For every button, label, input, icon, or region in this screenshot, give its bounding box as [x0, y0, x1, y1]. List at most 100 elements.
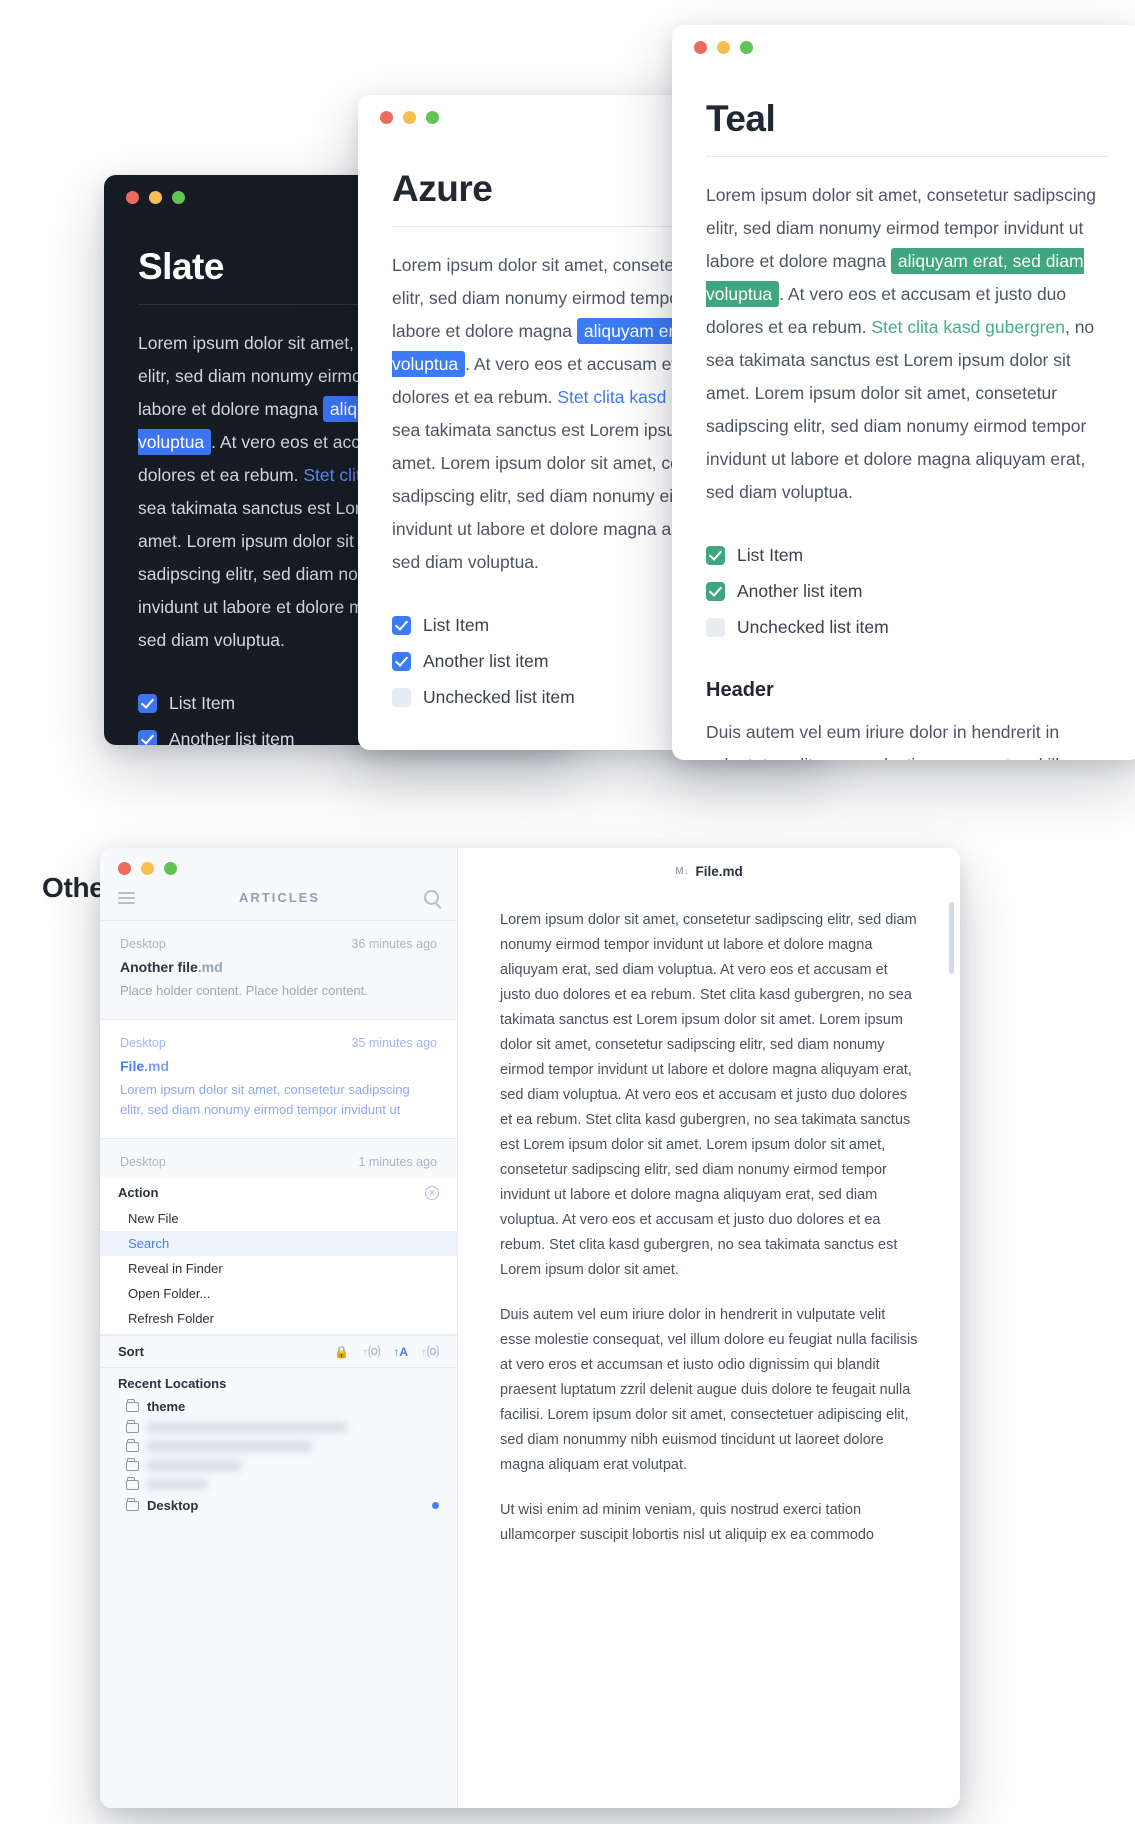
file-name-base: File: [120, 1058, 145, 1074]
page-root: Slate Lorem ipsum dolor sit amet, conset…: [0, 0, 1135, 1824]
list-item[interactable]: Another list item: [706, 573, 1108, 609]
list-item-label: List Item: [423, 614, 490, 635]
folder-label: theme: [147, 1399, 186, 1414]
blurred-folder-label: [147, 1479, 207, 1490]
close-icon[interactable]: [694, 41, 707, 54]
maximize-icon[interactable]: [740, 41, 753, 54]
menu-item-refresh-folder[interactable]: Refresh Folder: [100, 1306, 457, 1334]
minimize-icon[interactable]: [149, 191, 162, 204]
menu-item-open-folder[interactable]: Open Folder...: [100, 1281, 457, 1306]
checkbox-checked-icon[interactable]: [392, 651, 411, 671]
checkbox-unchecked-icon[interactable]: [392, 687, 411, 707]
checkbox-checked-icon[interactable]: [138, 693, 157, 713]
file-name-ext: .md: [144, 1058, 170, 1074]
sidebar: ARTICLES Desktop 36 minutes ago Another …: [100, 848, 458, 1808]
file-time: 36 minutes ago: [351, 937, 437, 951]
minimize-icon[interactable]: [141, 862, 154, 875]
sidebar-toolbar: ARTICLES: [100, 875, 457, 921]
editor-header: M↓ File.md: [458, 848, 960, 894]
folder-label: Desktop: [147, 1498, 199, 1513]
minimize-icon[interactable]: [717, 41, 730, 54]
editor-content[interactable]: Lorem ipsum dolor sit amet, consetetur s…: [458, 894, 960, 1808]
list-item[interactable]: [100, 1437, 457, 1456]
checkbox-checked-icon[interactable]: [392, 615, 411, 635]
file-name-ext: .md: [197, 959, 223, 975]
file-folder: Desktop: [120, 1155, 166, 1169]
file-preview: Place holder content. Place holder conte…: [120, 983, 368, 998]
list-item[interactable]: [100, 1475, 457, 1494]
traffic-lights: [672, 25, 1135, 54]
section-header: Header: [706, 679, 774, 701]
document-teal: Teal Lorem ipsum dolor sit amet, consete…: [672, 98, 1135, 760]
action-menu-title: Action: [118, 1185, 159, 1200]
list-item[interactable]: Desktop 1 minutes ago: [100, 1139, 457, 1177]
window-app[interactable]: ARTICLES Desktop 36 minutes ago Another …: [100, 848, 960, 1808]
checkbox-unchecked-icon[interactable]: [706, 617, 725, 637]
list-item-label: Unchecked list item: [737, 616, 889, 637]
editor-paragraph: Ut wisi enim ad minim veniam, quis nostr…: [500, 1502, 874, 1543]
maximize-icon[interactable]: [164, 862, 177, 875]
md-icon: M↓: [675, 865, 689, 877]
search-icon[interactable]: [424, 890, 439, 905]
close-circle-icon[interactable]: [425, 1185, 439, 1200]
body-paragraph: Lorem ipsum dolor sit amet, consetetur s…: [706, 185, 1097, 502]
sort-time-icon[interactable]: ↑⒪: [421, 1343, 439, 1360]
traffic-lights: [100, 848, 457, 875]
checkbox-checked-icon[interactable]: [706, 581, 725, 601]
editor-pane: M↓ File.md Lorem ipsum dolor sit amet, c…: [458, 848, 960, 1808]
menu-item-search[interactable]: Search: [100, 1231, 457, 1256]
checkbox-checked-icon[interactable]: [706, 545, 725, 565]
file-name: Another file.md: [120, 959, 437, 975]
file-meta: Desktop 1 minutes ago: [120, 1155, 437, 1169]
action-menu: Action New File Search Reveal in Finder …: [100, 1177, 457, 1335]
menu-item-new-file[interactable]: New File: [100, 1206, 457, 1231]
scrollbar[interactable]: [949, 902, 954, 974]
recent-locations-title: Recent Locations: [118, 1376, 227, 1391]
file-meta: Desktop 36 minutes ago: [120, 937, 437, 951]
maximize-icon[interactable]: [172, 191, 185, 204]
list-item[interactable]: Desktop 36 minutes ago Another file.md P…: [100, 921, 457, 1020]
recent-locations: Recent Locations theme Desktop: [100, 1368, 457, 1517]
sort-icons: 🔒 ↑⒪ ↑A ↑⒪: [334, 1343, 439, 1360]
folder-icon: [126, 1497, 139, 1511]
blurred-folder-label: [147, 1441, 312, 1452]
file-name-base: Another file: [120, 959, 198, 975]
file-folder: Desktop: [120, 937, 166, 951]
file-time: 35 minutes ago: [351, 1036, 437, 1050]
list-item[interactable]: Desktop 35 minutes ago File.md Lorem ips…: [100, 1020, 457, 1139]
blurred-folder-label: [147, 1422, 347, 1433]
sort-date-icon[interactable]: ↑⒪: [362, 1343, 380, 1360]
sort-alpha-icon[interactable]: ↑A: [393, 1345, 408, 1359]
file-preview: Lorem ipsum dolor sit amet, consetetur s…: [120, 1082, 410, 1117]
action-menu-header: Action: [100, 1177, 457, 1206]
close-icon[interactable]: [380, 111, 393, 124]
list-item[interactable]: Unchecked list item: [706, 609, 1108, 645]
editor-paragraph: Duis autem vel eum iriure dolor in hendr…: [500, 1307, 918, 1473]
list-item[interactable]: [100, 1456, 457, 1475]
list-item-label: Another list item: [737, 580, 863, 601]
folder-icon: [126, 1419, 139, 1433]
list-item[interactable]: List Item: [706, 537, 1108, 573]
list-item[interactable]: [100, 1418, 457, 1437]
status-dot: [432, 1502, 439, 1509]
checkbox-checked-icon[interactable]: [138, 729, 157, 745]
lock-icon[interactable]: 🔒: [334, 1345, 349, 1359]
file-meta: Desktop 35 minutes ago: [120, 1036, 437, 1050]
list-item[interactable]: theme: [100, 1395, 457, 1418]
file-list: Desktop 36 minutes ago Another file.md P…: [100, 921, 457, 1177]
blurred-folder-label: [147, 1460, 242, 1471]
app-body: ARTICLES Desktop 36 minutes ago Another …: [100, 848, 960, 1808]
sort-label: Sort: [118, 1344, 144, 1359]
sort-row: Sort 🔒 ↑⒪ ↑A ↑⒪: [100, 1335, 457, 1368]
hamburger-icon[interactable]: [118, 891, 135, 904]
list-item-label: List Item: [169, 692, 236, 713]
close-icon[interactable]: [126, 191, 139, 204]
window-teal[interactable]: Teal Lorem ipsum dolor sit amet, consete…: [672, 25, 1135, 760]
folder-icon: [126, 1438, 139, 1452]
maximize-icon[interactable]: [426, 111, 439, 124]
minimize-icon[interactable]: [403, 111, 416, 124]
close-icon[interactable]: [118, 862, 131, 875]
menu-item-reveal-in-finder[interactable]: Reveal in Finder: [100, 1256, 457, 1281]
inline-link[interactable]: Stet clita kasd gubergren: [871, 317, 1065, 337]
list-item[interactable]: Desktop: [100, 1494, 457, 1517]
